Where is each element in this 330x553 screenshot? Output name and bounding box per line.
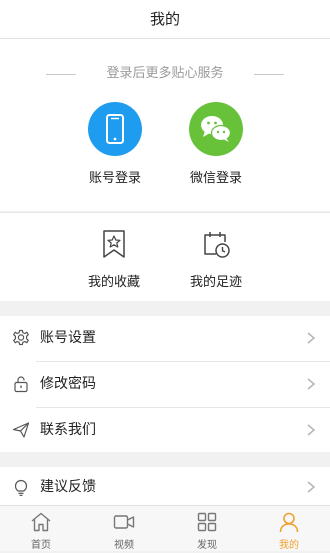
bookmark-star-icon (99, 229, 129, 259)
menu-item-contact-us[interactable]: 联系我们 (0, 408, 330, 453)
wechat-icon (189, 102, 243, 156)
settings-menu: 账号设置 修改密码 联系我们 (0, 316, 330, 452)
my-history-button[interactable]: 我的足迹 (176, 229, 256, 291)
menu-item-label: 联系我们 (40, 422, 96, 438)
video-icon (113, 515, 135, 529)
tab-discover[interactable]: 发现 (166, 506, 248, 551)
wechat-login-button[interactable]: 微信登录 (176, 102, 256, 187)
tab-mine[interactable]: 我的 (248, 506, 330, 551)
tab-label: 首页 (31, 540, 51, 551)
feedback-section: 建议反馈 (0, 467, 330, 507)
tab-label: 视频 (114, 540, 134, 551)
tab-label: 发现 (197, 540, 217, 551)
menu-item-account-settings[interactable]: 账号设置 (0, 316, 330, 361)
chevron-right-icon (307, 378, 316, 390)
tab-home[interactable]: 首页 (0, 506, 82, 551)
menu-item-label: 建议反馈 (40, 479, 96, 495)
grid-icon (197, 512, 217, 532)
menu-item-feedback[interactable]: 建议反馈 (0, 467, 330, 507)
hint-divider-right (254, 74, 284, 75)
wechat-login-label: 微信登录 (189, 171, 242, 186)
tab-label: 我的 (279, 540, 299, 551)
my-favorites-label: 我的收藏 (87, 275, 140, 290)
chevron-right-icon (307, 332, 316, 344)
send-icon (12, 422, 30, 438)
calendar-clock-icon (201, 229, 231, 259)
chevron-right-icon (307, 424, 316, 436)
home-icon (31, 512, 51, 532)
account-login-label: 账号登录 (88, 171, 141, 186)
shortcut-section: 我的收藏 我的足迹 (0, 212, 330, 301)
menu-item-label: 账号设置 (40, 330, 96, 346)
account-login-button[interactable]: 账号登录 (75, 102, 155, 187)
menu-item-change-password[interactable]: 修改密码 (0, 362, 330, 407)
my-favorites-button[interactable]: 我的收藏 (74, 229, 154, 291)
chevron-right-icon (307, 481, 316, 493)
login-section: 登录后更多贴心服务 账号登录 微信登录 (0, 39, 330, 211)
my-history-label: 我的足迹 (189, 275, 242, 290)
menu-item-label: 修改密码 (40, 376, 96, 392)
tab-video[interactable]: 视频 (83, 506, 165, 551)
lightbulb-icon (14, 479, 28, 496)
lock-icon (14, 376, 28, 393)
page-header: 我的 (0, 0, 330, 39)
bottom-tab-bar: 首页 视频 发现 我的 (0, 505, 330, 551)
page-title: 我的 (149, 10, 180, 28)
phone-icon (88, 102, 142, 156)
gear-icon (13, 329, 29, 346)
person-icon (279, 512, 299, 533)
